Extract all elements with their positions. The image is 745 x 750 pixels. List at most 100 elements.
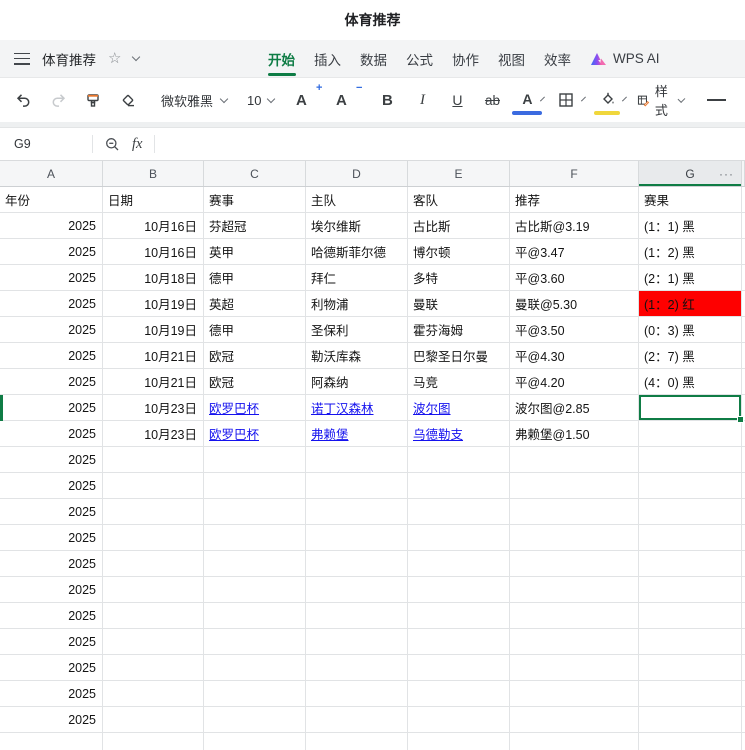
cell-C1[interactable]: 赛事 [204,187,306,213]
cell-C18[interactable] [204,629,306,655]
cell-F9[interactable]: 波尔图@2.85 [510,395,639,421]
cell-F17[interactable] [510,603,639,629]
cell-D8[interactable]: 阿森纳 [306,369,408,395]
hyperlink[interactable]: 欧罗巴杯 [209,398,259,417]
cell-C19[interactable] [204,655,306,681]
cell-C14[interactable] [204,525,306,551]
cell-D19[interactable] [306,655,408,681]
cell-C20[interactable] [204,681,306,707]
hyperlink[interactable]: 乌德勒支 [413,424,463,443]
cell-A9[interactable]: 2025 [0,395,103,421]
cell-B10[interactable]: 10月23日 [103,421,204,447]
cell-A20[interactable]: 2025 [0,681,103,707]
cell-E5[interactable]: 曼联 [408,291,510,317]
cell-D16[interactable] [306,577,408,603]
hyperlink[interactable]: 诺丁汉森林 [311,398,374,417]
cell-F15[interactable] [510,551,639,577]
search-function-button[interactable] [104,136,121,153]
cell-G7[interactable]: (2：7) 黑 [639,343,742,369]
cell-style-button[interactable]: 样式 [637,81,683,119]
cell-A18[interactable]: 2025 [0,629,103,655]
cell-E14[interactable] [408,525,510,551]
cell-D12[interactable] [306,473,408,499]
undo-button[interactable] [10,86,36,114]
cell-F19[interactable] [510,655,639,681]
cell-E17[interactable] [408,603,510,629]
cell-E3[interactable]: 博尔顿 [408,239,510,265]
cell-G6[interactable]: (0：3) 黑 [639,317,742,343]
tab-home[interactable]: 开始 [268,40,295,78]
cell-G8[interactable]: (4：0) 黑 [639,369,742,395]
column-header-A[interactable]: A [0,161,103,186]
tab-wps-ai[interactable]: WPS AI [590,42,660,75]
cell-E12[interactable] [408,473,510,499]
cell-G19[interactable] [639,655,742,681]
cell-D9[interactable]: 诺丁汉森林 [306,395,408,421]
cell-C13[interactable] [204,499,306,525]
cell-A5[interactable]: 2025 [0,291,103,317]
cell-B20[interactable] [103,681,204,707]
cell-A19[interactable]: 2025 [0,655,103,681]
tab-view[interactable]: 视图 [498,40,525,78]
cell-D1[interactable]: 主队 [306,187,408,213]
tab-data[interactable]: 数据 [360,40,387,78]
cell-C5[interactable]: 英超 [204,291,306,317]
cell-G16[interactable] [639,577,742,603]
cell-D2[interactable]: 埃尔维斯 [306,213,408,239]
italic-button[interactable]: I [409,86,435,114]
cell-A4[interactable]: 2025 [0,265,103,291]
cell-B16[interactable] [103,577,204,603]
cell-D5[interactable]: 利物浦 [306,291,408,317]
cell-C4[interactable]: 德甲 [204,265,306,291]
cell-B12[interactable] [103,473,204,499]
cell-D14[interactable] [306,525,408,551]
cell-G3[interactable]: (1：2) 黑 [639,239,742,265]
cell-C15[interactable] [204,551,306,577]
cell-C2[interactable]: 芬超冠 [204,213,306,239]
decrease-font-button[interactable]: A− [328,86,354,114]
cell-G4[interactable]: (2：1) 黑 [639,265,742,291]
cell-G20[interactable] [639,681,742,707]
cell-F7[interactable]: 平@4.30 [510,343,639,369]
cell-F11[interactable] [510,447,639,473]
tab-collaborate[interactable]: 协作 [452,40,479,78]
cell-C9[interactable]: 欧罗巴杯 [204,395,306,421]
cell-F1[interactable]: 推荐 [510,187,639,213]
document-title[interactable]: 体育推荐 [42,49,96,69]
font-size-select[interactable]: 10 [247,93,274,108]
cell-C16[interactable] [204,577,306,603]
menu-icon[interactable] [14,53,30,65]
cell-G13[interactable] [639,499,742,525]
hyperlink[interactable]: 弗赖堡 [311,424,349,443]
cell-E7[interactable]: 巴黎圣日尔曼 [408,343,510,369]
cell-F2[interactable]: 古比斯@3.19 [510,213,639,239]
font-color-button[interactable]: A [514,86,540,114]
cell-F4[interactable]: 平@3.60 [510,265,639,291]
cell-B3[interactable]: 10月16日 [103,239,204,265]
cell-A11[interactable]: 2025 [0,447,103,473]
cell-F12[interactable] [510,473,639,499]
cell-A12[interactable]: 2025 [0,473,103,499]
cell-E9[interactable]: 波尔图 [408,395,510,421]
increase-font-button[interactable]: A+ [288,86,314,114]
cell-E19[interactable] [408,655,510,681]
cell-F14[interactable] [510,525,639,551]
cell-B2[interactable]: 10月16日 [103,213,204,239]
cell-G14[interactable] [639,525,742,551]
cell-F10[interactable]: 弗赖堡@1.50 [510,421,639,447]
cell-E11[interactable] [408,447,510,473]
cell-E1[interactable]: 客队 [408,187,510,213]
cell-B21[interactable] [103,707,204,733]
bold-button[interactable]: B [374,86,400,114]
cell-F13[interactable] [510,499,639,525]
cell-B19[interactable] [103,655,204,681]
cell-name-box[interactable]: G9 [0,137,92,151]
cell-G10[interactable] [639,421,742,447]
cell-B5[interactable]: 10月19日 [103,291,204,317]
cell-A3[interactable]: 2025 [0,239,103,265]
cell-B1[interactable]: 日期 [103,187,204,213]
cell-A21[interactable]: 2025 [0,707,103,733]
cell-B18[interactable] [103,629,204,655]
cell-G15[interactable] [639,551,742,577]
borders-button[interactable] [553,86,579,114]
